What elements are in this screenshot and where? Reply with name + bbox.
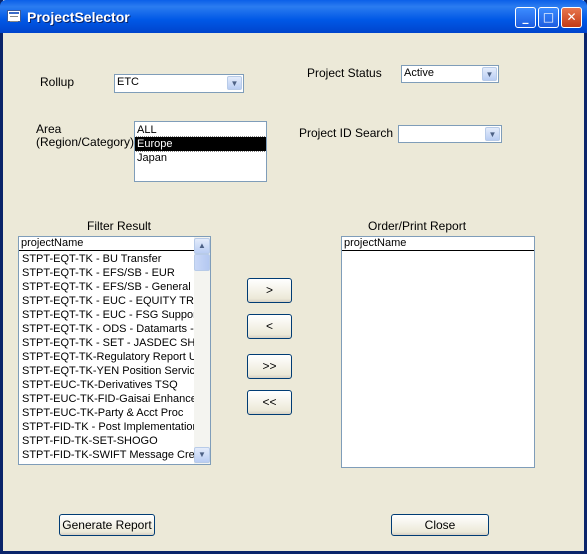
chevron-down-icon[interactable]: ▼ bbox=[482, 67, 497, 81]
generate-report-button[interactable]: Generate Report bbox=[59, 514, 155, 536]
list-item[interactable]: STPT-EQT-TK - EUC - FSG Support bbox=[19, 308, 200, 322]
remove-all-button[interactable]: << bbox=[247, 390, 292, 415]
order-report-label: Order/Print Report bbox=[368, 219, 467, 233]
scroll-up-icon[interactable]: ▲ bbox=[194, 238, 210, 254]
area-item-europe[interactable]: Europe bbox=[135, 136, 266, 152]
form-icon bbox=[7, 10, 21, 22]
project-selector-window: ProjectSelector _ □ ✕ Rollup ETC ▼ Proje… bbox=[0, 0, 587, 554]
title-bar: ProjectSelector _ □ ✕ bbox=[0, 0, 587, 33]
project-status-value: Active bbox=[404, 67, 434, 79]
project-status-label: Project Status bbox=[307, 66, 382, 80]
rollup-label: Rollup bbox=[40, 75, 75, 89]
scroll-thumb[interactable] bbox=[194, 254, 210, 271]
add-selected-button[interactable]: > bbox=[247, 278, 292, 303]
area-label-line2: (Region/Category) bbox=[36, 135, 135, 149]
list-item[interactable]: STPT-EQT-TK - BU Transfer bbox=[19, 252, 194, 266]
list-item[interactable]: STPT-EQT-TK - ODS - Datamarts - C bbox=[19, 322, 205, 336]
close-button[interactable]: Close bbox=[391, 514, 489, 536]
filter-result-scrollbar[interactable]: ▲ ▼ bbox=[194, 237, 210, 464]
list-item[interactable]: STPT-EQT-TK - EFS/SB - General Su bbox=[19, 280, 207, 294]
rollup-value: ETC bbox=[117, 76, 139, 88]
scroll-down-icon[interactable]: ▼ bbox=[194, 447, 210, 463]
filter-result-rows: STPT-EQT-TK - BU Transfer STPT-EQT-TK - … bbox=[19, 251, 210, 462]
list-item[interactable]: STPT-EUC-TK-Derivatives TSQ bbox=[19, 378, 194, 392]
order-report-header: projectName bbox=[342, 237, 534, 251]
maximize-button[interactable]: □ bbox=[538, 7, 559, 28]
list-item[interactable]: STPT-EQT-TK - SET - JASDEC SHOG bbox=[19, 336, 210, 350]
chevron-down-icon[interactable]: ▼ bbox=[485, 127, 500, 141]
list-item[interactable]: STPT-EUC-TK-Party & Acct Proc bbox=[19, 406, 194, 420]
close-window-button[interactable]: ✕ bbox=[561, 7, 582, 28]
area-item-japan[interactable]: Japan bbox=[135, 151, 266, 165]
area-item-all[interactable]: ALL bbox=[135, 123, 266, 137]
add-all-button[interactable]: >> bbox=[247, 354, 292, 379]
list-item[interactable]: STPT-FID-TK-SWIFT Message Creat bbox=[19, 448, 204, 462]
project-id-search-label: Project ID Search bbox=[299, 126, 394, 140]
minimize-button[interactable]: _ bbox=[515, 7, 536, 28]
chevron-down-icon[interactable]: ▼ bbox=[227, 76, 242, 90]
list-item[interactable]: STPT-EQT-TK-YEN Position Service bbox=[19, 364, 201, 378]
project-id-search-combo[interactable]: ▼ bbox=[398, 125, 502, 143]
list-item[interactable]: STPT-FID-TK-SET-SHOGO bbox=[19, 434, 194, 448]
area-listbox[interactable]: ALL Europe Japan bbox=[134, 121, 267, 182]
window-title: ProjectSelector bbox=[27, 9, 130, 25]
list-item[interactable]: STPT-EQT-TK - EUC - EQUITY TRAD bbox=[19, 294, 209, 308]
order-report-listbox[interactable]: projectName bbox=[341, 236, 535, 468]
list-item[interactable]: STPT-EQT-TK - EFS/SB - EUR bbox=[19, 266, 194, 280]
area-label: Area (Region/Category) bbox=[36, 123, 134, 149]
list-item[interactable]: STPT-EUC-TK-FID-Gaisai Enhanceme bbox=[19, 392, 210, 406]
project-status-combo[interactable]: Active ▼ bbox=[401, 65, 499, 83]
filter-result-listbox[interactable]: projectName STPT-EQT-TK - BU Transfer ST… bbox=[18, 236, 211, 465]
filter-result-header: projectName bbox=[19, 237, 194, 251]
filter-result-label: Filter Result bbox=[87, 219, 152, 233]
list-item[interactable]: STPT-FID-TK - Post Implementation bbox=[19, 420, 199, 434]
remove-selected-button[interactable]: < bbox=[247, 314, 292, 339]
list-item[interactable]: STPT-EQT-TK-Regulatory Report Up bbox=[19, 350, 203, 364]
rollup-combo[interactable]: ETC ▼ bbox=[114, 74, 244, 93]
